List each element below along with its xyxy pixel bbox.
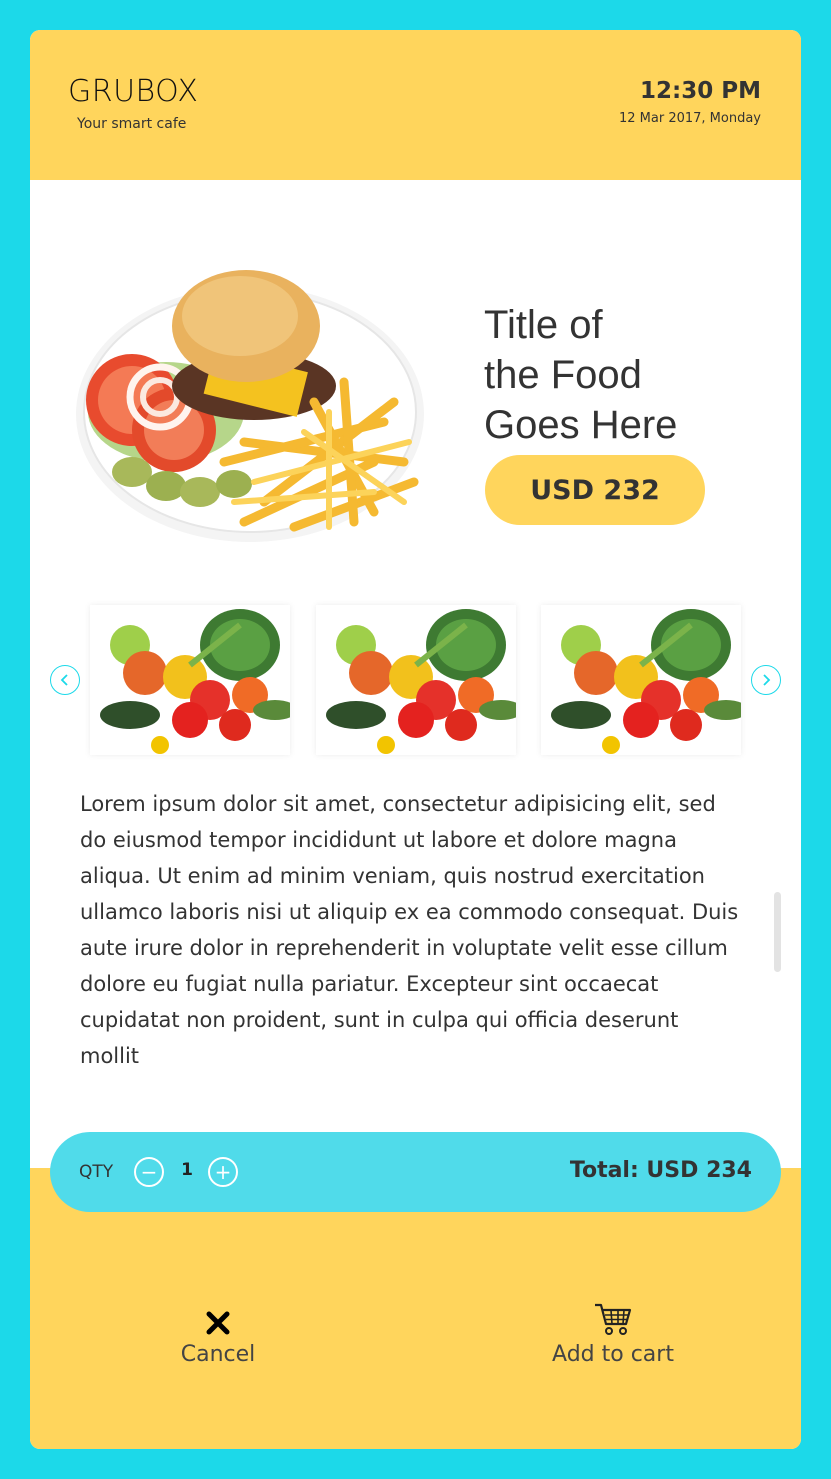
brand-tagline: Your smart cafe	[77, 116, 187, 132]
app-header: GRUBOX Your smart cafe 12:30 PM 12 Mar 2…	[30, 30, 801, 180]
add-to-cart-label: Add to cart	[552, 1342, 674, 1367]
cart-icon	[513, 1300, 713, 1336]
chevron-left-icon	[60, 674, 68, 686]
product-card: GRUBOX Your smart cafe 12:30 PM 12 Mar 2…	[30, 30, 801, 1449]
chevron-right-icon	[763, 674, 771, 686]
qty-value: 1	[181, 1160, 193, 1180]
cancel-label: Cancel	[180, 1342, 256, 1367]
order-total: Total: USD 234	[569, 1158, 752, 1183]
food-title-line: Title of	[484, 303, 603, 347]
food-image	[74, 262, 426, 548]
gallery-next-button[interactable]	[751, 665, 781, 695]
food-title-line: the Food	[484, 353, 642, 397]
cancel-button[interactable]: Cancel	[118, 1300, 318, 1367]
vegetables-image	[90, 605, 290, 755]
brand-logo: GRUBOX	[68, 74, 199, 109]
clock-date: 12 Mar 2017, Monday	[618, 111, 761, 126]
order-bar: QTY − 1 + Total: USD 234	[50, 1132, 781, 1212]
vegetables-image	[541, 605, 741, 755]
qty-label: QTY	[79, 1162, 114, 1182]
vegetables-image	[316, 605, 516, 755]
close-icon	[118, 1300, 318, 1336]
food-title: Title of the Food Goes Here	[484, 300, 764, 450]
qty-increase-button[interactable]: +	[208, 1157, 238, 1187]
food-title-line: Goes Here	[484, 403, 678, 447]
add-to-cart-button[interactable]: Add to cart	[513, 1300, 713, 1367]
gallery-thumbnail[interactable]	[541, 605, 741, 755]
price-badge: USD 232	[485, 455, 705, 525]
food-description: Lorem ipsum dolor sit amet, consectetur …	[80, 792, 739, 1068]
clock-time: 12:30 PM	[640, 78, 761, 104]
gallery-thumbnail[interactable]	[90, 605, 290, 755]
gallery-prev-button[interactable]	[50, 665, 80, 695]
qty-decrease-button[interactable]: −	[134, 1157, 164, 1187]
description-scrollbar[interactable]	[774, 892, 781, 972]
gallery-thumbnail[interactable]	[316, 605, 516, 755]
